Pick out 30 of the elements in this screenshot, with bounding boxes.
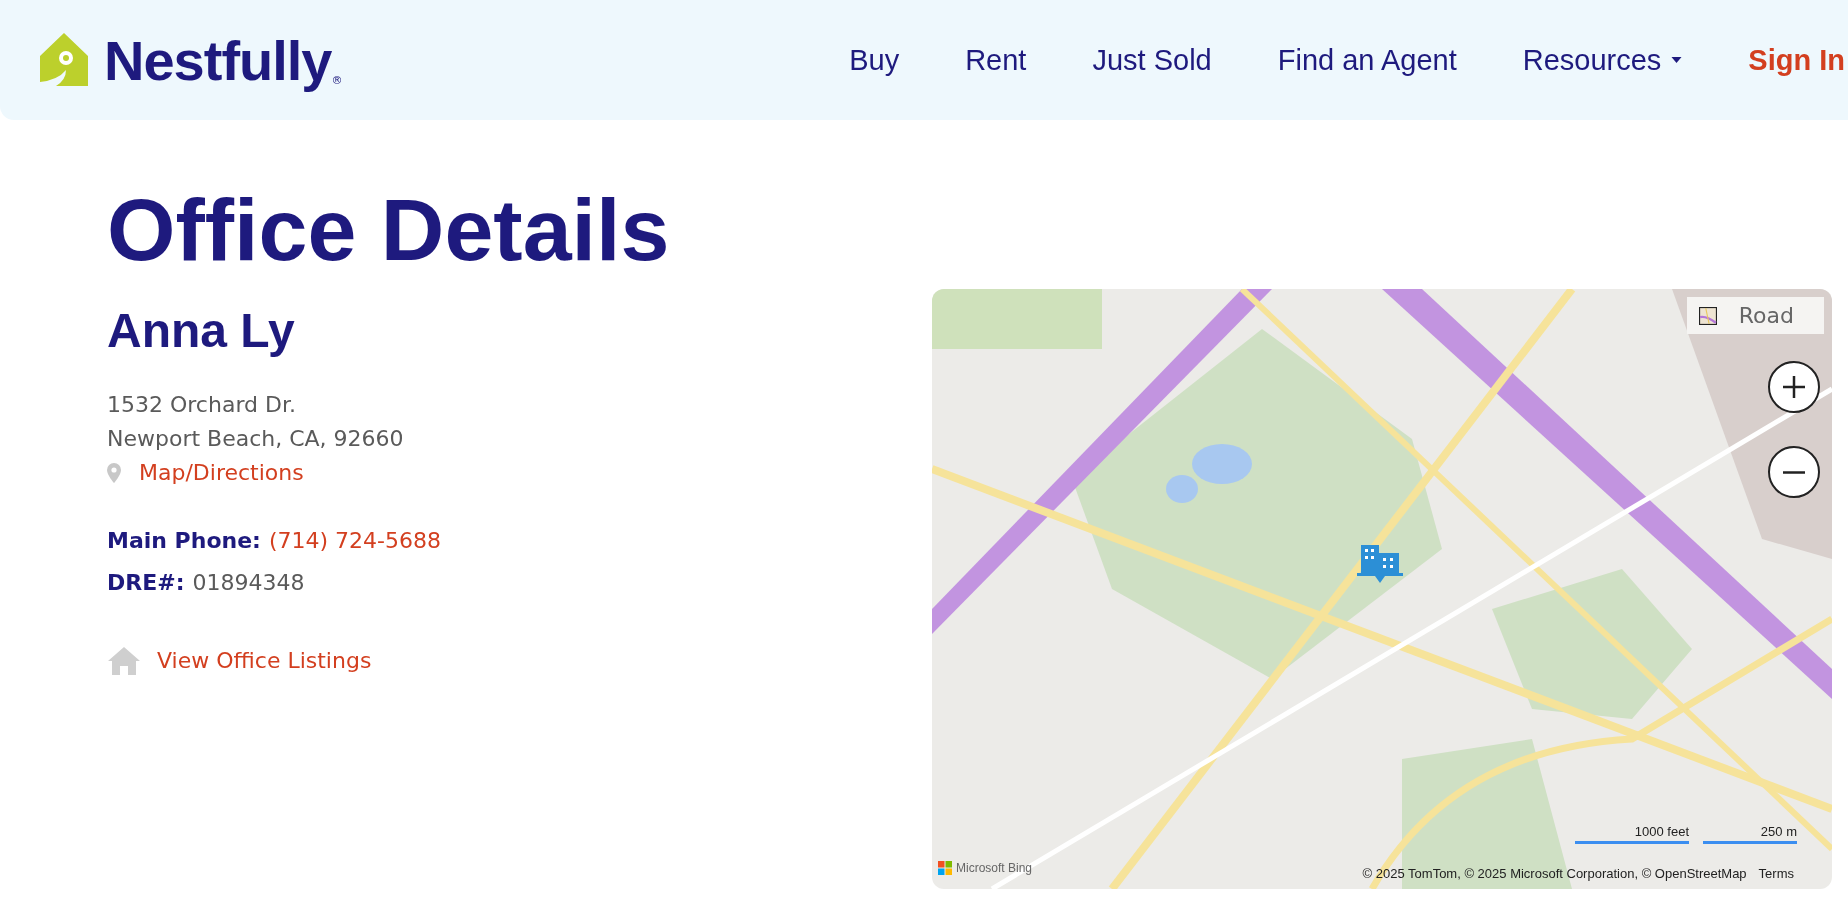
map-pin-icon bbox=[107, 462, 121, 483]
map-style-button[interactable]: Road bbox=[1686, 297, 1824, 334]
caret-icon bbox=[1671, 57, 1683, 63]
scale-bar: 1000 feet bbox=[1575, 824, 1689, 844]
address-line: 1532 Orchard Dr. bbox=[107, 390, 297, 419]
registered-mark: ® bbox=[331, 73, 343, 87]
house-icon bbox=[107, 645, 141, 676]
scale-bar: 250 m bbox=[1703, 824, 1797, 844]
page-title: Office Details bbox=[107, 182, 670, 279]
phone-label: Main Phone: bbox=[107, 526, 261, 555]
office-name: Anna Ly bbox=[107, 304, 296, 358]
dre-label: DRE#: bbox=[107, 568, 185, 597]
nav-link[interactable]: Find an Agent bbox=[1277, 43, 1457, 77]
brand-name[interactable]: Nestfully bbox=[104, 27, 332, 93]
nav-dropdown[interactable]: Resources bbox=[1522, 43, 1683, 77]
map-directions-link[interactable]: Map/Directions bbox=[139, 455, 304, 490]
provider-name: Microsoft Bing bbox=[956, 861, 1033, 875]
windows-logo-icon bbox=[938, 861, 952, 875]
address-line: Newport Beach, CA, 92660 bbox=[107, 424, 405, 453]
road-map-icon bbox=[1698, 306, 1717, 325]
nav-link[interactable]: Rent bbox=[965, 43, 1027, 77]
view-listings-link[interactable]: View Office Listings bbox=[157, 643, 372, 678]
sign-in-link[interactable]: Sign In bbox=[1748, 43, 1845, 77]
map-attribution: © 2025 TomTom, © 2025 Microsoft Corporation, © OpenStreetMap bbox=[1362, 866, 1747, 881]
phone-link[interactable]: (714) 724-5688 bbox=[268, 523, 441, 558]
nav-link[interactable]: Buy bbox=[849, 43, 900, 77]
terms-link[interactable]: Terms bbox=[1758, 866, 1794, 881]
minus-icon bbox=[1783, 470, 1805, 474]
nav-link[interactable]: Just Sold bbox=[1092, 43, 1212, 77]
dre-number: 01894348 bbox=[192, 568, 305, 597]
